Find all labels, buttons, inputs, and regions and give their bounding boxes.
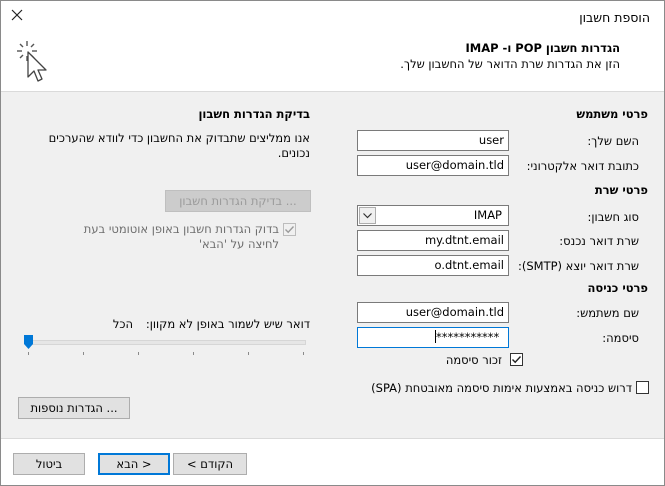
email-label: כתובת דואר אלקטרוני: xyxy=(526,159,639,173)
remember-password-checkbox[interactable] xyxy=(510,353,523,366)
test-description-line2: נכונים. xyxy=(277,146,310,160)
test-description-line1: אנו ממליצים שתבדוק את החשבון כדי לוודא ש… xyxy=(48,131,310,145)
username-input[interactable]: user@domain.tld xyxy=(357,302,509,323)
test-account-button[interactable]: בדיקת הגדרות חשבון ... xyxy=(165,190,311,212)
checkmark-icon xyxy=(512,356,522,364)
incoming-server-label: שרת דואר נכנס: xyxy=(559,234,639,248)
incoming-server-input[interactable]: my.dtnt.email xyxy=(357,230,509,251)
name-input[interactable]: user xyxy=(357,130,509,151)
auto-test-label-line2: לחיצה על 'הבא' xyxy=(198,237,279,251)
spa-checkbox[interactable] xyxy=(636,381,649,394)
slider-tick xyxy=(248,352,249,355)
spa-label: דרוש כניסה באמצעות אימות סיסמה מאובטחת (… xyxy=(371,381,632,395)
slider-tick xyxy=(83,352,84,355)
logon-info-section: פרטי כניסה xyxy=(587,281,648,295)
checkmark-icon xyxy=(285,226,295,234)
password-input[interactable]: *********** xyxy=(357,327,509,348)
header-title: הגדרות חשבון POP ו- IMAP xyxy=(465,41,620,55)
offline-mail-label: דואר שיש לשמור באופן לא מקוון: xyxy=(145,317,310,331)
chevron-down-icon xyxy=(363,213,372,219)
auto-test-label-line1: בדוק הגדרות חשבון באופן אוטומטי בעת xyxy=(83,222,279,236)
cursor-click-icon xyxy=(13,37,49,89)
window-title: הוספת חשבון xyxy=(579,10,650,25)
server-info-section: פרטי שרת xyxy=(594,183,648,197)
add-account-window: הוספת חשבון הגדרות חשבון POP ו- IMAP הזן… xyxy=(0,0,665,486)
next-button[interactable]: הבא > xyxy=(98,453,170,475)
dropdown-button[interactable] xyxy=(359,207,376,224)
user-info-section: פרטי משתמש xyxy=(576,107,648,121)
email-input[interactable]: user@domain.tld xyxy=(357,155,509,176)
outgoing-server-input[interactable]: o.dtnt.email xyxy=(357,255,509,276)
account-type-value: IMAP xyxy=(473,208,502,222)
offline-slider-thumb[interactable] xyxy=(24,335,33,349)
footer-separator xyxy=(1,438,664,439)
name-label: השם שלך: xyxy=(587,134,639,148)
account-type-label: סוג חשבון: xyxy=(587,210,639,224)
slider-tick xyxy=(193,352,194,355)
more-settings-button[interactable]: הגדרות נוספות ... xyxy=(18,397,130,419)
auto-test-checkbox[interactable] xyxy=(283,223,296,236)
header-subtitle: הזן את הגדרות שרת הדואר של החשבון שלך. xyxy=(400,57,620,71)
slider-tick xyxy=(138,352,139,355)
outgoing-server-label: שרת דואר יוצא (SMTP): xyxy=(517,259,639,273)
wizard-header: הגדרות חשבון POP ו- IMAP הזן את הגדרות ש… xyxy=(1,29,664,89)
password-label: סיסמה: xyxy=(602,331,639,345)
offline-slider-track[interactable] xyxy=(26,340,306,345)
test-settings-section: בדיקת הגדרות חשבון xyxy=(198,107,310,121)
back-button[interactable]: < הקודם xyxy=(173,453,247,475)
account-type-select[interactable]: IMAP xyxy=(357,205,509,226)
slider-tick xyxy=(303,352,304,355)
password-value: *********** xyxy=(436,330,500,344)
slider-tick xyxy=(28,352,29,355)
close-icon[interactable] xyxy=(7,5,27,25)
remember-password-label: זכור סיסמה xyxy=(445,353,502,367)
offline-mail-value: הכל xyxy=(112,317,133,331)
cancel-button[interactable]: ביטול xyxy=(13,453,85,475)
username-label: שם משתמש: xyxy=(576,306,639,320)
